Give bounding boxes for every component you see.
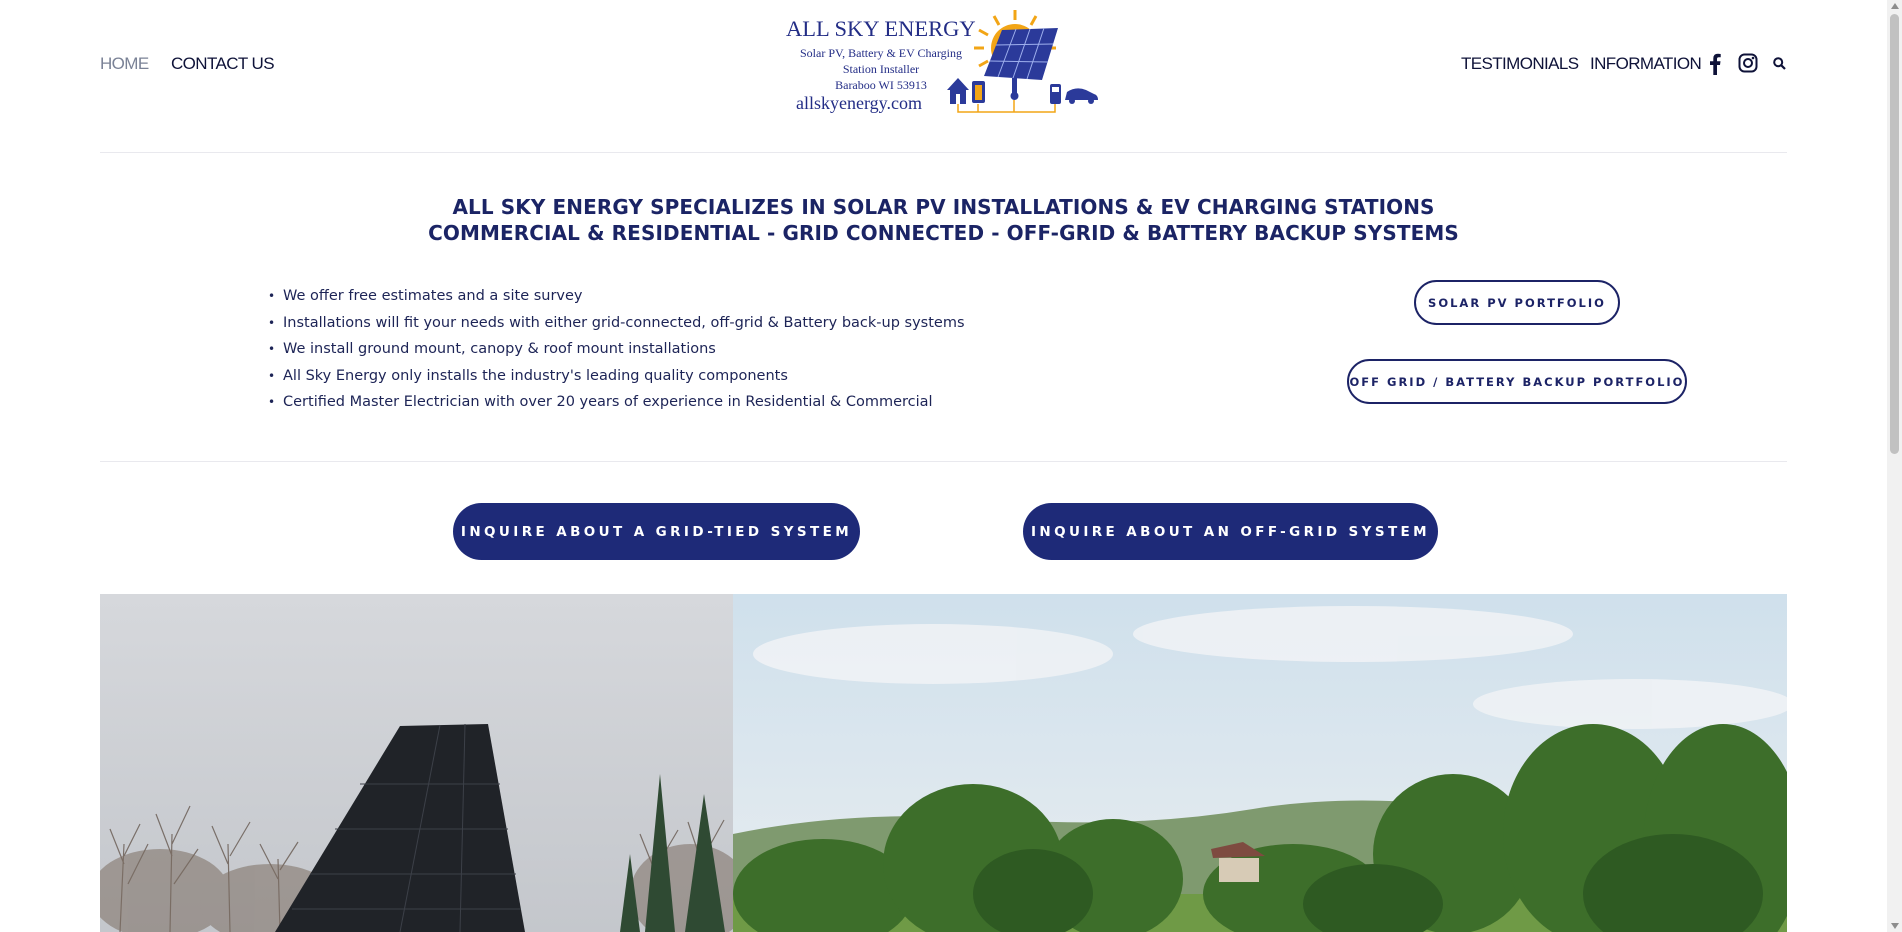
list-item: • Certified Master Electrician with over … bbox=[268, 390, 965, 417]
facebook-icon[interactable] bbox=[1709, 53, 1721, 80]
scrollbar-thumb[interactable] bbox=[1890, 14, 1899, 454]
bullet-dot: • bbox=[268, 368, 276, 383]
list-item: • We offer free estimates and a site surv… bbox=[268, 284, 965, 311]
logo-website: allskyenergy.com bbox=[796, 93, 922, 113]
inquire-off-grid-button[interactable]: INQUIRE ABOUT AN OFF-GRID SYSTEM bbox=[1023, 503, 1438, 560]
logo-name: ALL SKY ENERGY bbox=[786, 16, 976, 41]
bullet-dot: • bbox=[268, 289, 276, 303]
car-icon bbox=[1065, 88, 1098, 104]
intro-divider bbox=[100, 461, 1787, 462]
logo-tagline-3: Baraboo WI 53913 bbox=[835, 78, 927, 92]
bullet-dot: • bbox=[268, 395, 276, 410]
solar-pv-portfolio-button[interactable]: SOLAR PV PORTFOLIO bbox=[1414, 280, 1620, 325]
inquire-grid-tied-button[interactable]: INQUIRE ABOUT A GRID-TIED SYSTEM bbox=[453, 503, 860, 560]
page-scrollbar[interactable] bbox=[1887, 0, 1902, 932]
list-item: • We install ground mount, canopy & roof … bbox=[268, 337, 965, 364]
list-item: • Installations will fit your needs with … bbox=[268, 311, 965, 338]
bullet-dot: • bbox=[268, 315, 276, 330]
bullet-dot: • bbox=[268, 342, 276, 357]
list-item: • All Sky Energy only installs the indust… bbox=[268, 364, 965, 391]
solar-tracker-photo bbox=[100, 594, 733, 932]
scroll-up-arrow-icon[interactable] bbox=[1891, 3, 1899, 9]
scroll-down-arrow-icon[interactable] bbox=[1891, 923, 1899, 929]
headline-line-2: COMMERCIAL & RESIDENTIAL - GRID CONNECTE… bbox=[428, 221, 1459, 245]
nav-contact-us[interactable]: CONTACT US bbox=[171, 54, 275, 74]
search-icon[interactable] bbox=[1773, 57, 1786, 75]
logo-tagline-1: Solar PV, Battery & EV Charging bbox=[800, 46, 962, 60]
nav-information[interactable]: INFORMATION bbox=[1590, 54, 1702, 74]
ev-charger-icon bbox=[1050, 84, 1061, 104]
header-divider bbox=[100, 152, 1787, 153]
off-grid-portfolio-button[interactable]: OFF GRID / BATTERY BACKUP PORTFOLIO bbox=[1347, 359, 1687, 404]
nav-home[interactable]: HOME bbox=[100, 54, 149, 74]
landscape-photo bbox=[733, 594, 1787, 932]
instagram-icon[interactable] bbox=[1738, 53, 1758, 78]
feature-list: • We offer free estimates and a site surv… bbox=[268, 284, 965, 417]
site-logo[interactable]: ALL SKY ENERGY Solar PV, Battery & EV Ch… bbox=[780, 8, 1110, 122]
nav-testimonials[interactable]: TESTIMONIALS bbox=[1461, 54, 1579, 74]
headline-line-1: ALL SKY ENERGY SPECIALIZES IN SOLAR PV I… bbox=[452, 195, 1435, 219]
logo-tagline-2: Station Installer bbox=[842, 62, 920, 76]
